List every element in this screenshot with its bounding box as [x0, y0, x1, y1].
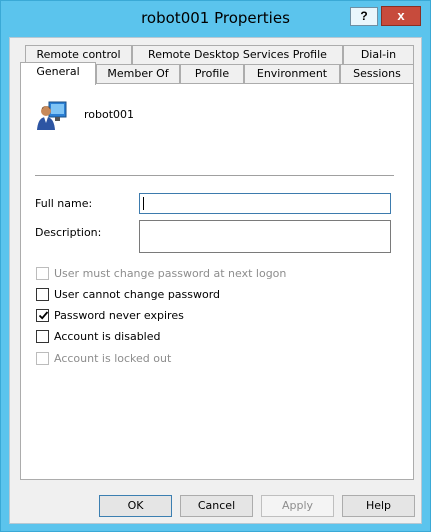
general-tab-panel: robot001 Full name: Description: User mu… — [20, 83, 414, 480]
checkbox[interactable] — [36, 287, 49, 301]
tab-member-of[interactable]: Member Of — [96, 64, 180, 84]
description-input[interactable] — [139, 220, 391, 253]
cancel-button[interactable]: Cancel — [180, 495, 253, 517]
option-label: User cannot change password — [54, 287, 221, 301]
checkbox[interactable] — [36, 329, 49, 343]
tab-profile[interactable]: Profile — [180, 64, 244, 84]
apply-button[interactable]: Apply — [261, 495, 334, 517]
tab-general[interactable]: General — [20, 62, 96, 85]
text-caret — [143, 196, 144, 210]
help-button[interactable]: Help — [342, 495, 415, 517]
title-bar[interactable]: robot001 Properties ? x — [1, 1, 430, 37]
tab-dial-in[interactable]: Dial-in — [343, 45, 414, 65]
user-icon — [37, 101, 67, 130]
option-account-locked-out[interactable]: Account is locked out — [36, 350, 171, 366]
checkbox[interactable] — [36, 308, 49, 322]
full-name-input[interactable] — [139, 193, 391, 214]
description-label: Description: — [35, 226, 102, 239]
properties-window: robot001 Properties ? x Remote control R… — [0, 0, 431, 532]
tab-sessions[interactable]: Sessions — [340, 64, 414, 84]
option-account-disabled[interactable]: Account is disabled — [36, 328, 161, 344]
checkbox[interactable] — [36, 351, 49, 365]
full-name-label: Full name: — [35, 197, 93, 210]
dialog-body: Remote control Remote Desktop Services P… — [9, 37, 422, 524]
option-password-never-expires[interactable]: Password never expires — [36, 307, 184, 323]
ok-button[interactable]: OK — [99, 495, 172, 517]
tab-environment[interactable]: Environment — [244, 64, 340, 84]
option-must-change-password[interactable]: User must change password at next logon — [36, 265, 286, 281]
separator — [35, 175, 394, 176]
account-name: robot001 — [84, 108, 135, 121]
tab-remote-desktop-services-profile[interactable]: Remote Desktop Services Profile — [132, 45, 343, 65]
checkbox[interactable] — [36, 266, 49, 280]
option-label: Password never expires — [54, 308, 184, 322]
option-label: User must change password at next logon — [54, 266, 287, 280]
close-button[interactable]: x — [381, 6, 421, 26]
option-cannot-change-password[interactable]: User cannot change password — [36, 286, 220, 302]
checkmark-icon — [38, 310, 49, 320]
help-title-button[interactable]: ? — [350, 7, 378, 26]
option-label: Account is locked out — [54, 351, 172, 365]
option-label: Account is disabled — [54, 329, 161, 343]
